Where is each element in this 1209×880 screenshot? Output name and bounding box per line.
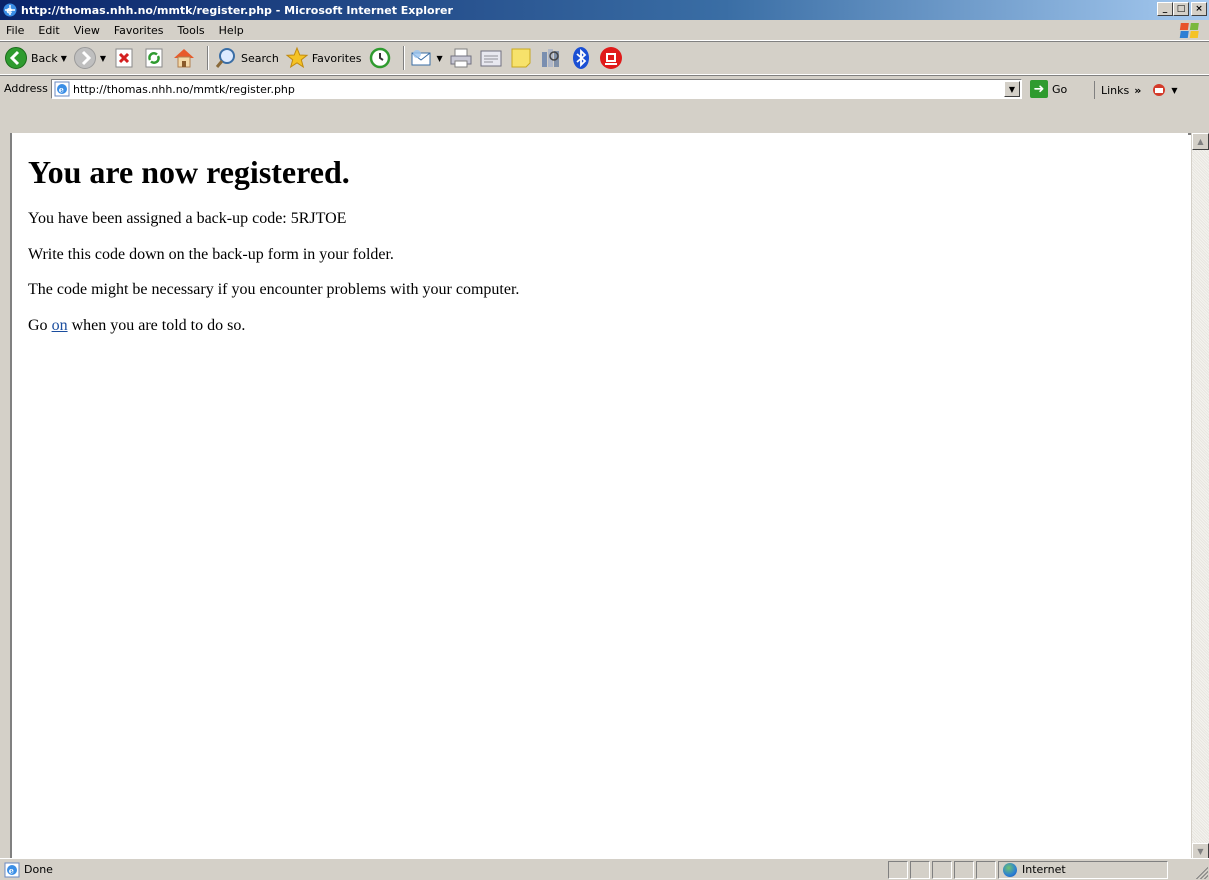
menu-bar: File Edit View Favorites Tools Help bbox=[0, 20, 1209, 41]
continue-link[interactable]: on bbox=[52, 317, 68, 334]
menu-file[interactable]: File bbox=[0, 24, 31, 37]
links-label: Links bbox=[1101, 83, 1130, 97]
address-label: Address bbox=[4, 82, 48, 95]
back-dropdown-icon[interactable]: ▼ bbox=[61, 54, 67, 63]
back-button[interactable]: Back ▼ bbox=[4, 46, 67, 70]
print-button[interactable] bbox=[449, 46, 473, 70]
menu-help[interactable]: Help bbox=[212, 24, 251, 37]
favorites-label: Favorites bbox=[311, 51, 362, 65]
edit-page-icon bbox=[479, 46, 503, 70]
page-heading: You are now registered. bbox=[28, 154, 350, 190]
scroll-up-icon[interactable]: ▲ bbox=[1192, 133, 1209, 150]
maximize-button[interactable]: □ bbox=[1173, 2, 1189, 16]
globe-icon bbox=[1003, 862, 1017, 877]
instruction-text: Write this code down on the back-up form… bbox=[28, 245, 394, 263]
status-text: Done bbox=[24, 863, 53, 876]
favorites-button[interactable]: Favorites bbox=[285, 46, 362, 70]
printer-icon bbox=[449, 46, 473, 70]
address-bar: Address e http://thomas.nhh.no/mmtk/regi… bbox=[0, 75, 1209, 101]
bluetooth-icon bbox=[569, 46, 593, 70]
continue-suffix: when you are told to do so. bbox=[67, 316, 246, 334]
windows-logo-icon bbox=[1177, 22, 1203, 39]
go-arrow-icon: ➜ bbox=[1030, 80, 1048, 98]
address-dropdown-icon[interactable]: ▼ bbox=[1004, 81, 1020, 97]
stop-button[interactable] bbox=[112, 46, 136, 70]
links-toolbar[interactable]: Links » ▼ bbox=[1094, 81, 1178, 99]
messenger-icon bbox=[599, 46, 623, 70]
backup-code-text: You have been assigned a back-up code: 5… bbox=[28, 210, 347, 228]
forward-dropdown-icon[interactable]: ▼ bbox=[100, 54, 106, 63]
svg-text:e: e bbox=[6, 6, 12, 17]
svg-text:e: e bbox=[59, 84, 64, 94]
window-title: http://thomas.nhh.no/mmtk/register.php -… bbox=[21, 3, 453, 17]
search-icon bbox=[214, 46, 238, 70]
address-url: http://thomas.nhh.no/mmtk/register.php bbox=[73, 82, 295, 96]
menu-tools[interactable]: Tools bbox=[171, 24, 212, 37]
history-icon bbox=[368, 46, 392, 70]
close-button[interactable]: × bbox=[1191, 2, 1207, 16]
refresh-icon bbox=[142, 46, 166, 70]
discuss-button[interactable] bbox=[509, 46, 533, 70]
messenger-button[interactable] bbox=[599, 46, 623, 70]
standard-toolbar: Back ▼ ▼ Search Favorites ▼ bbox=[0, 41, 1209, 75]
go-button[interactable]: ➜ Go bbox=[1030, 80, 1067, 98]
chevron-right-icon[interactable]: » bbox=[1134, 84, 1141, 97]
title-bar[interactable]: e http://thomas.nhh.no/mmtk/register.php… bbox=[0, 0, 1209, 20]
menu-edit[interactable]: Edit bbox=[31, 24, 66, 37]
address-input[interactable]: e http://thomas.nhh.no/mmtk/register.php… bbox=[51, 79, 1022, 99]
books-icon bbox=[539, 46, 563, 70]
status-bar: e Done Internet bbox=[0, 858, 1209, 880]
go-label: Go bbox=[1052, 82, 1068, 96]
home-icon bbox=[172, 46, 196, 70]
mail-icon bbox=[410, 46, 434, 70]
note-text: The code might be necessary if you encou… bbox=[28, 281, 520, 299]
menu-favorites[interactable]: Favorites bbox=[107, 24, 171, 37]
research-button[interactable] bbox=[539, 46, 563, 70]
svg-text:e: e bbox=[9, 865, 14, 875]
vertical-scrollbar[interactable]: ▲ ▼ bbox=[1191, 133, 1209, 860]
minimize-button[interactable]: _ bbox=[1157, 2, 1173, 16]
favorites-star-icon bbox=[285, 46, 309, 70]
home-button[interactable] bbox=[172, 46, 196, 70]
continue-prefix: Go bbox=[28, 316, 52, 334]
forward-arrow-icon bbox=[73, 46, 97, 70]
back-label: Back bbox=[31, 51, 58, 65]
history-button[interactable] bbox=[368, 46, 392, 70]
page-content: You are now registered. You have been as… bbox=[12, 133, 1188, 860]
forward-button[interactable]: ▼ bbox=[73, 46, 106, 70]
zone-label: Internet bbox=[1022, 863, 1066, 876]
mail-dropdown-icon[interactable]: ▼ bbox=[437, 54, 443, 63]
search-label: Search bbox=[241, 51, 279, 65]
addon-dropdown-icon[interactable]: ▼ bbox=[1171, 86, 1177, 95]
refresh-button[interactable] bbox=[142, 46, 166, 70]
stop-icon bbox=[112, 46, 136, 70]
bluetooth-button[interactable] bbox=[569, 46, 593, 70]
back-arrow-icon bbox=[4, 46, 28, 70]
note-icon bbox=[509, 46, 533, 70]
addon-icon[interactable] bbox=[1151, 82, 1167, 98]
ie-icon: e bbox=[2, 2, 18, 18]
security-zone: Internet bbox=[998, 860, 1168, 879]
search-button[interactable]: Search bbox=[214, 46, 279, 70]
continue-text: Go on when you are told to do so. bbox=[28, 317, 1188, 335]
mail-button[interactable]: ▼ bbox=[410, 46, 443, 70]
ie-page-icon: e bbox=[54, 81, 70, 97]
resize-grip-icon[interactable] bbox=[1196, 867, 1208, 879]
page-done-icon: e bbox=[4, 862, 20, 878]
menu-view[interactable]: View bbox=[67, 24, 107, 37]
edit-button[interactable] bbox=[479, 46, 503, 70]
